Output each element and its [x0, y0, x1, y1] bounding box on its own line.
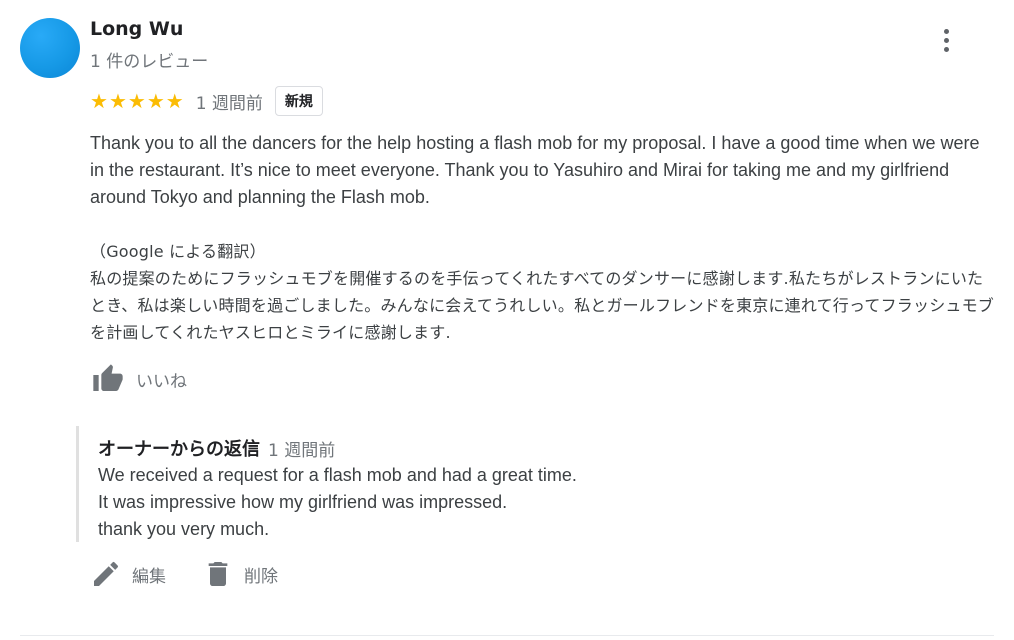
owner-reply-line: thank you very much.	[98, 519, 270, 539]
edit-button[interactable]: 編集	[90, 558, 166, 590]
more-vertical-icon-dot	[943, 46, 949, 52]
edit-label: 編集	[132, 566, 166, 587]
review-text: Thank you to all the dancers for the hel…	[90, 133, 980, 207]
star-rating: ★ ★ ★ ★ ★	[90, 91, 184, 111]
like-label: いいね	[136, 371, 187, 392]
reviewer-name[interactable]: Long Wu	[90, 18, 183, 40]
star-icon: ★	[165, 89, 184, 113]
rating-row: ★ ★ ★ ★ ★ 1 週間前 新規	[90, 86, 323, 116]
delete-button[interactable]: 削除	[202, 558, 278, 590]
like-button[interactable]: いいね	[90, 362, 187, 396]
translated-text: 私の提案のためにフラッシュモブを開催するのを手伝ってくれたすべてのダンサーに感謝…	[90, 269, 995, 342]
delete-label: 削除	[244, 566, 278, 587]
star-icon: ★	[90, 89, 108, 113]
owner-reply-line: We received a request for a flash mob an…	[98, 465, 577, 485]
more-vertical-icon-dot	[943, 37, 949, 43]
divider	[20, 635, 994, 636]
avatar[interactable]	[20, 18, 80, 78]
star-icon: ★	[127, 89, 146, 113]
more-vertical-icon-dot	[943, 28, 949, 34]
star-icon: ★	[108, 89, 127, 113]
star-icon: ★	[146, 89, 165, 113]
translation-header: （Google による翻訳）	[90, 242, 266, 261]
trash-icon	[208, 562, 228, 586]
owner-reply-time: 1 週間前	[268, 440, 336, 461]
owner-reply: オーナーからの返信 1 週間前 We received a request fo…	[76, 426, 776, 542]
review-time: 1 週間前	[195, 93, 263, 114]
more-options-button[interactable]	[928, 22, 964, 58]
new-badge: 新規	[274, 86, 323, 116]
thumbs-up-icon	[93, 364, 123, 391]
reviewer-review-count: 1 件のレビュー	[90, 52, 209, 72]
owner-reply-line: It was impressive how my girlfriend was …	[98, 492, 508, 512]
pencil-icon	[94, 561, 119, 586]
review-body: Thank you to all the dancers for the hel…	[90, 130, 995, 346]
owner-reply-title: オーナーからの返信	[98, 439, 260, 460]
reply-actions: 編集 削除	[90, 558, 314, 590]
